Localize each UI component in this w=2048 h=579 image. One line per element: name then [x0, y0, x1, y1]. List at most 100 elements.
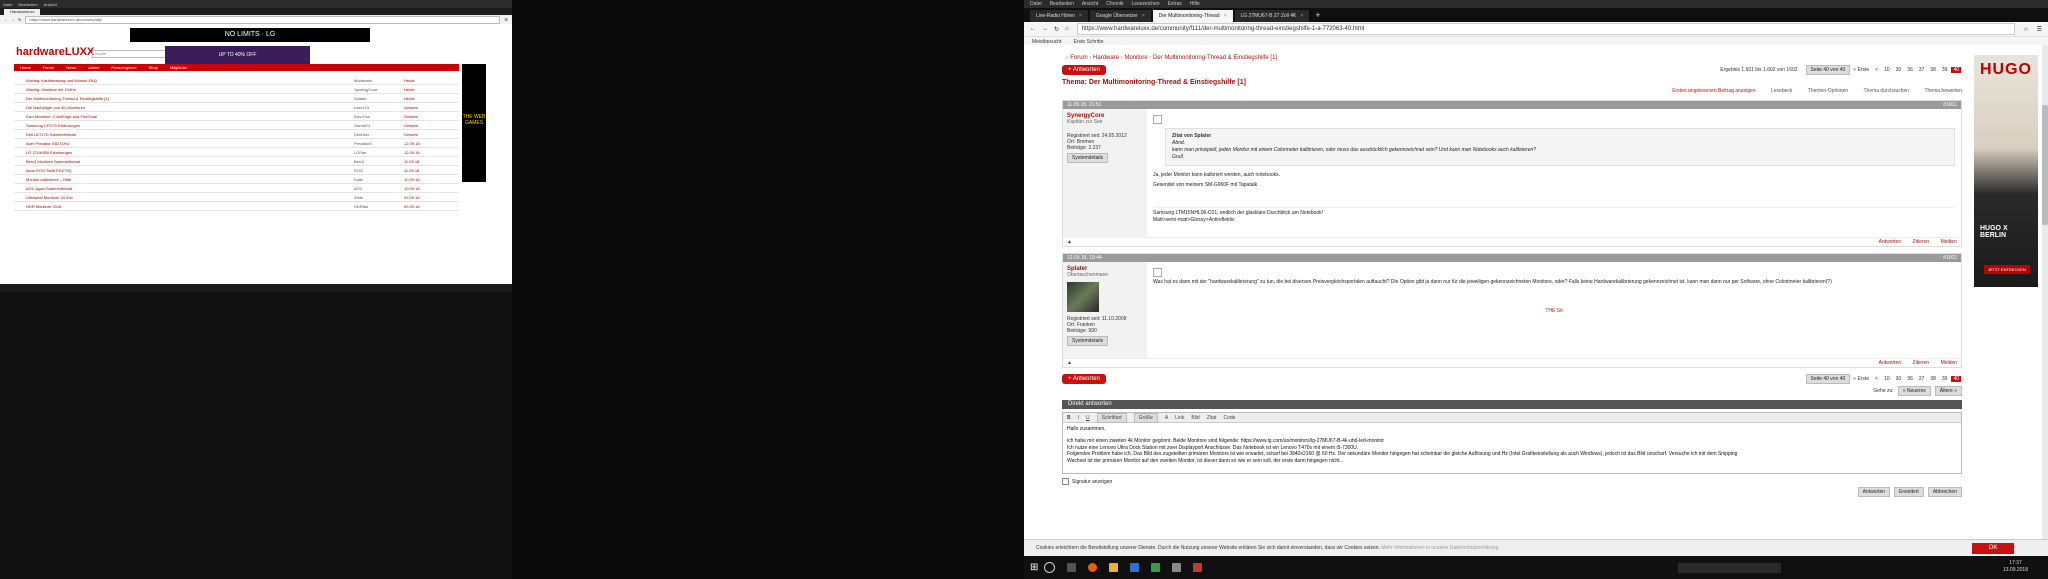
underline-button[interactable]: U	[1086, 415, 1090, 421]
back-icon[interactable]: ←	[4, 17, 8, 22]
reply-textarea[interactable]: Hallo zusammen, ich habe mir einen zweit…	[1063, 423, 1961, 473]
hugo-ad[interactable]: HUGO HUGO X BERLIN JETZT ENTDECKEN	[1974, 55, 2038, 287]
top-banner-ad[interactable]: NO LIMITS · LG	[130, 28, 370, 42]
menu-item[interactable]: Bearbeiten	[18, 2, 37, 7]
nav-item[interactable]: Mitglieder	[170, 64, 187, 71]
thread-title[interactable]: HDR Monitore 2018	[14, 204, 354, 209]
thread-title[interactable]: Eizo Monitore: ColorEdge und FlexScan	[14, 114, 354, 119]
thread-title[interactable]: AOC Agon Sammelthread	[14, 186, 354, 191]
close-icon[interactable]: ×	[1224, 13, 1227, 19]
page-link[interactable]: 30	[1894, 67, 1904, 73]
thread-title[interactable]: Wichtig: Monitore mit 144Hz	[14, 87, 354, 92]
cookie-ok-button[interactable]: OK	[1972, 543, 2014, 554]
thread-tool[interactable]: Themen-Optionen	[1808, 88, 1848, 94]
advanced-button[interactable]: Erweitert	[1894, 487, 1924, 497]
link-button[interactable]: Link	[1175, 415, 1184, 421]
task-view-icon[interactable]	[1067, 563, 1077, 572]
site-logo[interactable]: hardwareLUXX	[16, 46, 94, 58]
thread-title[interactable]: LG 27UK850 Erfahrungen	[14, 150, 354, 155]
page-prev[interactable]: <	[1873, 376, 1880, 382]
home-icon[interactable]: ⌂	[1065, 26, 1069, 32]
post-number[interactable]: #1601	[1943, 102, 1957, 108]
signature-checkbox[interactable]	[1062, 478, 1069, 485]
nav-item[interactable]: Preisvergleich	[111, 64, 136, 71]
menu-item[interactable]: Hilfe	[1190, 1, 1200, 7]
reply-button[interactable]: + Antworten	[1062, 65, 1106, 75]
report-action[interactable]: Melden	[1941, 239, 1957, 245]
close-icon[interactable]: ×	[1300, 13, 1303, 19]
thread-title[interactable]: Dell U2717D Sammelthread	[14, 132, 354, 137]
table-row[interactable]: Ultrawide Monitore 34 Zoll Wide 09.09.18	[14, 193, 459, 202]
table-row[interactable]: AOC Agon Sammelthread AOC 10.09.18	[14, 184, 459, 193]
table-row[interactable]: HDR Monitore 2018 HDRfan 09.09.18	[14, 202, 459, 211]
page-current[interactable]: 40	[1951, 67, 1961, 73]
reply-button[interactable]: + Antworten	[1062, 374, 1106, 384]
breadcrumb-link[interactable]: Monitore	[1124, 55, 1147, 61]
home-icon[interactable]: ⌂	[1065, 55, 1069, 61]
taskbar-search[interactable]	[1678, 562, 1782, 573]
table-row[interactable]: Wichtig: Kaufberatung und Monitor-FAQ Mod…	[14, 76, 459, 85]
font-select[interactable]: Schriftart	[1096, 412, 1127, 423]
menu-item[interactable]: Chronik	[1106, 1, 1123, 7]
breadcrumb-link[interactable]: Hardware	[1093, 55, 1119, 61]
table-row[interactable]: Wichtig: Monitore mit 144Hz SynergyCore He…	[14, 85, 459, 94]
bookmark-item[interactable]: Meistbesucht	[1032, 39, 1061, 45]
browser-tab[interactable]: Google Übersetzer ×	[1089, 10, 1151, 22]
table-row[interactable]: Acer Predator XB271HU PredatorX 12.09.18	[14, 139, 459, 148]
menu-icon[interactable]: ☰	[504, 17, 508, 22]
page-first[interactable]: « Erste	[1851, 376, 1871, 382]
quote-action[interactable]: Zitieren	[1913, 239, 1930, 245]
library-icon[interactable]: ☰	[2037, 26, 2042, 33]
code-button[interactable]: Code	[1223, 415, 1235, 421]
table-row[interactable]: Monitor kalibrieren – Hilfe Kalib 10.09.18	[14, 175, 459, 184]
older-button[interactable]: Ältere »	[1934, 386, 1962, 396]
submit-reply-button[interactable]: Antworten	[1857, 487, 1891, 497]
thread-tool[interactable]: Thema durchsuchen	[1863, 88, 1909, 94]
app-icon[interactable]	[1172, 563, 1182, 572]
page-link[interactable]: 30	[1894, 376, 1904, 382]
url-bar[interactable]: https://www.hardwareluxx.de/community/f1…	[1076, 23, 2016, 35]
thread-title[interactable]: Der Multimonitoring-Thread & Einstiegshi…	[14, 96, 354, 101]
promo-ad[interactable]: UP TO 40% OFF	[165, 46, 310, 64]
menu-item[interactable]: Extras	[1168, 1, 1182, 7]
size-select[interactable]: Größe	[1133, 412, 1158, 423]
thread-title[interactable]: Ultrawide Monitore 34 Zoll	[14, 195, 354, 200]
table-row[interactable]: Dell U2717D Sammelthread DellUser Gestern	[14, 130, 459, 139]
left-url-bar[interactable]: https://www.hardwareluxx.de/community/	[25, 15, 501, 24]
page-link[interactable]: 10	[1882, 67, 1892, 73]
menu-item[interactable]: Datei	[1030, 1, 1042, 7]
new-tab-icon[interactable]: +	[1315, 10, 1320, 20]
clock[interactable]: 17:37 13.09.2018	[2003, 560, 2028, 574]
reply-action[interactable]: Antworten	[1879, 360, 1902, 366]
newer-button[interactable]: « Neueres	[1897, 386, 1931, 396]
cookie-more-link[interactable]: Mehr Informationen in unserer Datenschut…	[1381, 545, 1498, 551]
reply-action[interactable]: Antworten	[1879, 239, 1902, 245]
italic-button[interactable]: I	[1078, 415, 1079, 421]
page-link[interactable]: 39	[1940, 67, 1950, 73]
table-row[interactable]: Die Nachfolger von 4K-Monitoren User123 Ge…	[14, 103, 459, 112]
side-ad[interactable]: THE WEB GAMES	[462, 64, 486, 182]
left-tab[interactable]: Hardwareluxx	[4, 9, 41, 15]
menu-item[interactable]: Bearbeiten	[1050, 1, 1074, 7]
nav-item[interactable]: Home	[20, 64, 31, 71]
menu-item[interactable]: Ansicht	[44, 2, 57, 7]
close-icon[interactable]: ×	[1142, 13, 1145, 19]
thread-title[interactable]: Samsung CFG70 Erfahrungen	[14, 123, 354, 128]
nav-item[interactable]: Forum	[43, 64, 55, 71]
table-row[interactable]: LG 27UK850 Erfahrungen LGFan 12.09.18	[14, 148, 459, 157]
breadcrumb-link[interactable]: Der Multimonitoring-Thread & Einstiegshi…	[1153, 55, 1277, 61]
menu-item[interactable]: Lesezeichen	[1132, 1, 1160, 7]
quote-action[interactable]: Zitieren	[1913, 360, 1930, 366]
back-icon[interactable]: ←	[1030, 26, 1036, 32]
menu-item[interactable]: Datei	[3, 2, 12, 7]
thread-title[interactable]: Die Nachfolger von 4K-Monitoren	[14, 105, 354, 110]
page-first[interactable]: « Erste	[1851, 67, 1871, 73]
reload-icon[interactable]: ↻	[18, 17, 21, 22]
bookmark-star-icon[interactable]: ☆	[2023, 26, 2028, 33]
page-link[interactable]: 37	[1917, 376, 1927, 382]
system-details-button[interactable]: Systemdetails	[1067, 336, 1109, 346]
breadcrumb-link[interactable]: Forum	[1070, 55, 1087, 61]
thread-title[interactable]: Asus ROG Swift PG279Q	[14, 168, 354, 173]
page-label[interactable]: Seite 40 von 40	[1805, 65, 1851, 75]
page-link[interactable]: 38	[1928, 376, 1938, 382]
